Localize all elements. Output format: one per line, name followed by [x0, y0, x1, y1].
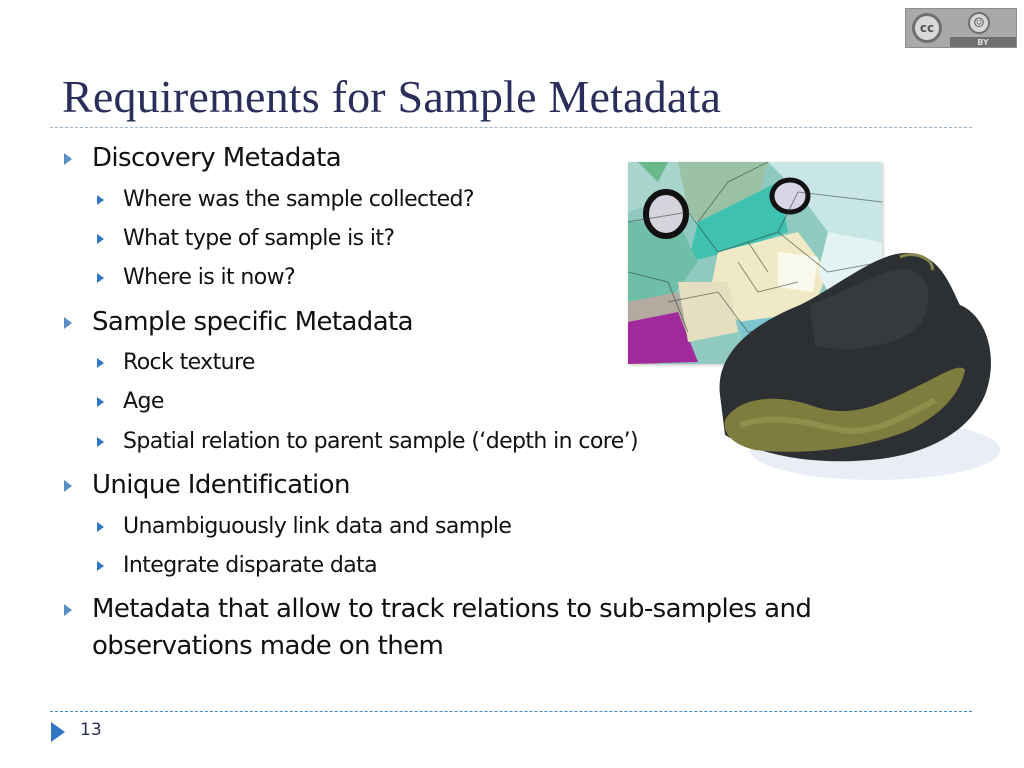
bullet-arrow-icon: [97, 522, 104, 532]
bullet-arrow-icon: [97, 561, 104, 571]
slide-number: 13: [80, 720, 102, 740]
bullet-item: Spatial relation to parent sample (‘dept…: [97, 429, 639, 454]
rock-sample-photo: [700, 245, 1005, 490]
bullet-item-continuation: observations made on them: [92, 631, 444, 661]
bullet-item: Integrate disparate data: [97, 553, 378, 578]
rock-sample-image: [719, 252, 1000, 480]
person-icon: ☺: [968, 12, 990, 34]
bullet-item: Unambiguously link data and sample: [97, 514, 512, 539]
bullet-item: Age: [97, 389, 164, 414]
cc-icon: cc: [912, 13, 942, 43]
bullet-arrow-icon: [64, 317, 72, 329]
bullet-item: Where is it now?: [97, 265, 296, 290]
footer-divider: [50, 711, 972, 712]
title-divider: [50, 127, 972, 128]
by-label: BY: [950, 37, 1016, 47]
bullet-arrow-icon: [97, 195, 104, 205]
bullet-arrow-icon: [97, 273, 104, 283]
bullet-arrow-icon: [97, 358, 104, 368]
bullet-item: Unique Identification: [64, 470, 350, 500]
bullet-arrow-icon: [64, 480, 72, 492]
bullet-item: Sample specific Metadata: [64, 307, 414, 337]
bullet-item: Where was the sample collected?: [97, 187, 475, 212]
bullet-item: Discovery Metadata: [64, 143, 342, 173]
bullet-arrow-icon: [97, 397, 104, 407]
bullet-arrow-icon: [64, 604, 72, 616]
footer-arrow-icon: [51, 722, 65, 742]
bullet-item: Metadata that allow to track relations t…: [64, 594, 812, 624]
cc-by-license-badge: cc ☺ BY: [905, 8, 1017, 48]
slide-title: Requirements for Sample Metadata: [62, 71, 722, 122]
bullet-arrow-icon: [64, 153, 72, 165]
bullet-item: What type of sample is it?: [97, 226, 395, 251]
bullet-item: Rock texture: [97, 350, 255, 375]
bullet-arrow-icon: [97, 437, 104, 447]
bullet-arrow-icon: [97, 234, 104, 244]
